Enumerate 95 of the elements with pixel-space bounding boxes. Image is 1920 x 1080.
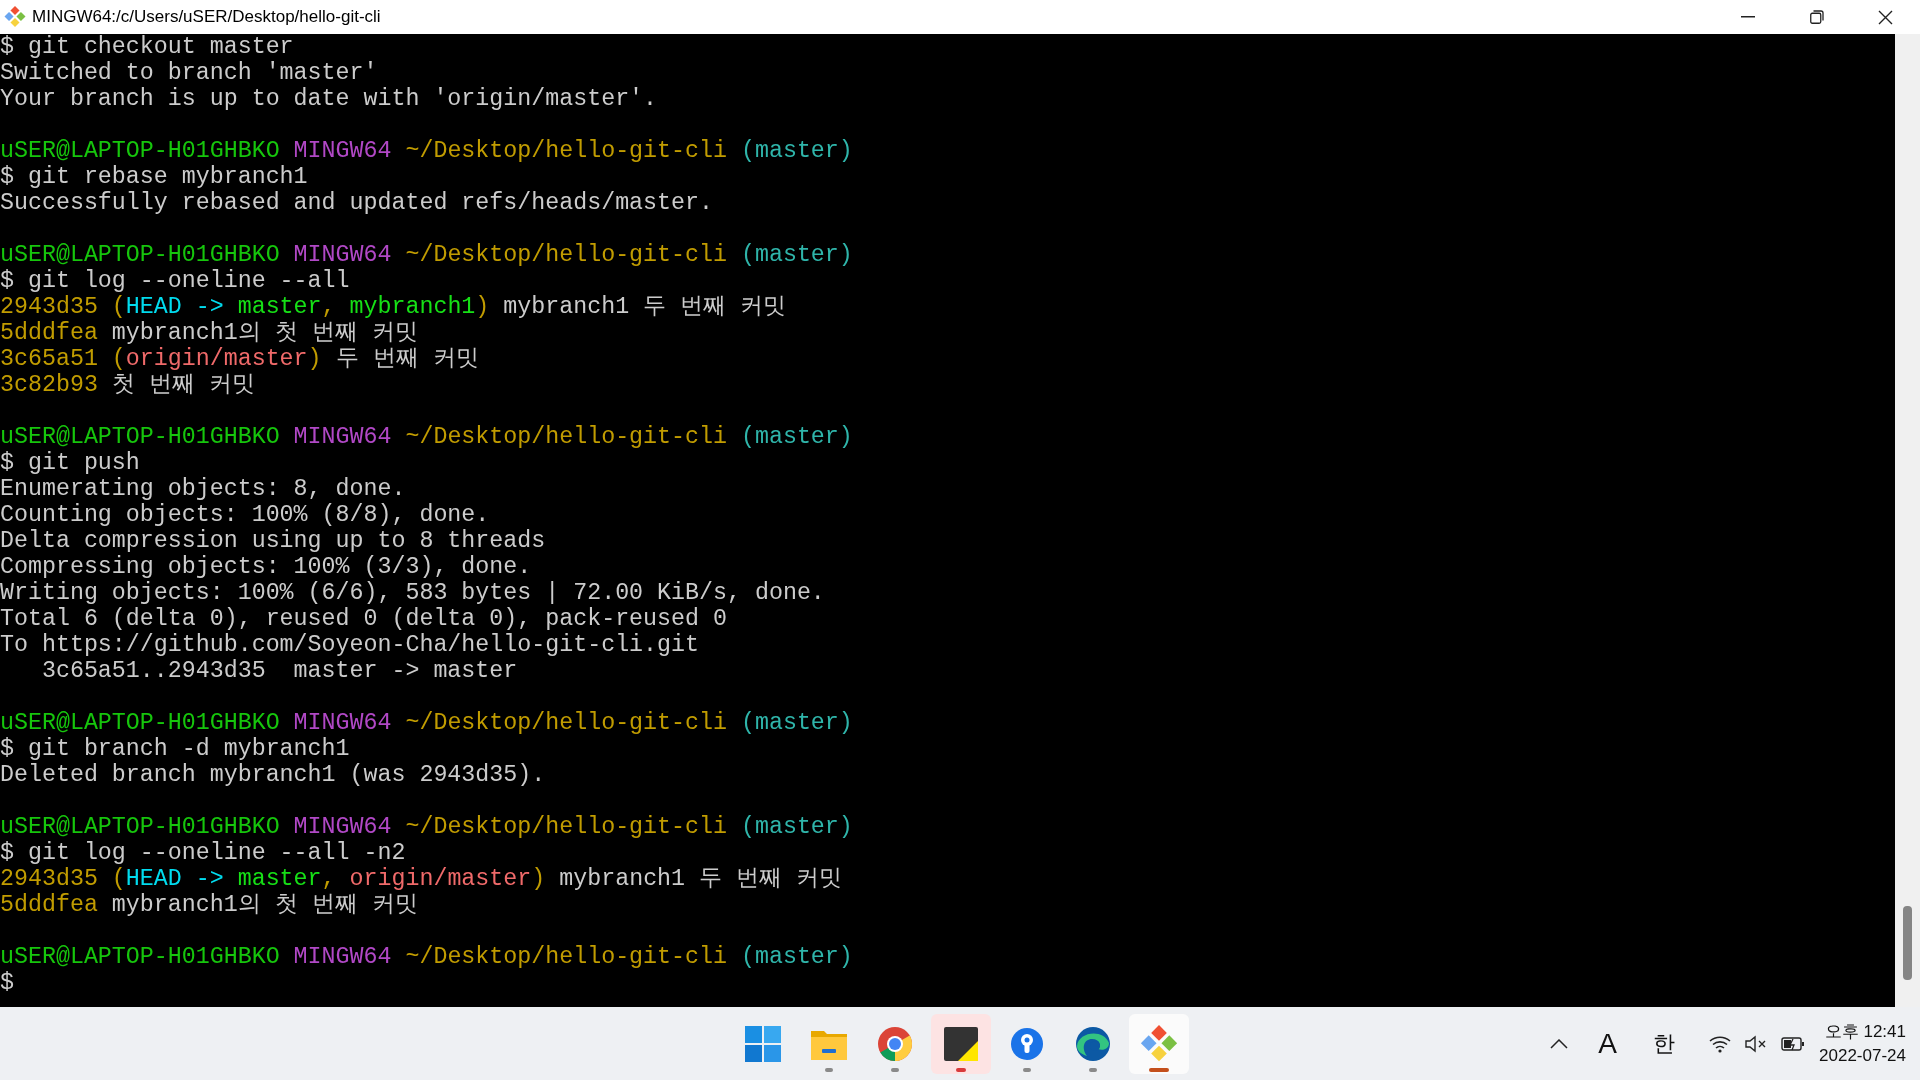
language-indicator[interactable]: 한 bbox=[1653, 1028, 1676, 1059]
terminal-text: origin/master bbox=[349, 866, 532, 892]
terminal-text: MINGW64 bbox=[293, 424, 393, 450]
terminal-text: 3c65a51..2943d35 master -> master bbox=[40, 658, 518, 684]
terminal-text: (master) bbox=[740, 242, 853, 268]
terminal-text: To https://github.com/Soyeon-Cha/hello-git-cli.git bbox=[0, 632, 700, 658]
terminal-text: , bbox=[321, 866, 337, 892]
window-title: MINGW64:/c/Users/uSER/Desktop/hello-git-cli bbox=[32, 7, 382, 27]
running-indicator bbox=[956, 1067, 966, 1072]
browser-icon bbox=[1075, 1025, 1111, 1062]
terminal-text: (master) bbox=[740, 710, 853, 736]
minimize-icon bbox=[1740, 16, 1755, 18]
terminal-text: ) bbox=[307, 346, 322, 372]
terminal-text: 5dddfea bbox=[0, 320, 99, 346]
chevron-up-icon[interactable] bbox=[1550, 1038, 1569, 1049]
terminal-text: Switched to branch 'master' bbox=[0, 60, 378, 86]
terminal-text: origin/master bbox=[125, 346, 308, 372]
terminal-text: Counting objects: 100% (8/8), done. bbox=[0, 502, 490, 528]
terminal-text: ) bbox=[475, 294, 490, 320]
terminal-text: master bbox=[237, 866, 322, 892]
running-indicator bbox=[1089, 1067, 1097, 1072]
terminal-text: MINGW64 bbox=[293, 242, 393, 268]
browser-icon bbox=[877, 1025, 913, 1062]
battery-icon[interactable] bbox=[1781, 1034, 1806, 1053]
terminal-text: mybranch1 bbox=[349, 294, 476, 320]
clock-time: 오후 12:41 bbox=[1824, 1020, 1906, 1043]
terminal-text: Your branch is up to date with 'origin/master'. bbox=[0, 86, 658, 112]
terminal-text: Compressing objects: 100% (3/3), done. bbox=[0, 554, 532, 580]
close-icon bbox=[1878, 9, 1893, 25]
terminal-text: uSER@LAPTOP-H01GHBKO bbox=[0, 242, 281, 268]
terminal-text: 3c82b93 bbox=[0, 372, 99, 398]
terminal-text: $ git push bbox=[0, 450, 140, 476]
running-indicator bbox=[1149, 1067, 1169, 1072]
terminal-text: ~/Desktop/hello-git-cli bbox=[405, 944, 728, 970]
terminal-text: Delta compression using up to 8 threads bbox=[0, 528, 546, 554]
terminal-text: $ git branch -d mybranch1 bbox=[0, 736, 350, 762]
running-indicator bbox=[891, 1067, 899, 1072]
wifi-icon[interactable] bbox=[1709, 1034, 1732, 1053]
running-indicator bbox=[825, 1067, 833, 1072]
terminal-text: ~/Desktop/hello-git-cli bbox=[405, 138, 728, 164]
sticky-note-icon bbox=[944, 1026, 978, 1061]
terminal-text: $ git checkout master bbox=[0, 34, 294, 60]
terminal-text: HEAD -> bbox=[125, 294, 225, 320]
windows-logo-icon bbox=[745, 1025, 781, 1062]
terminal-text: $ git log --oneline --all -n2 bbox=[0, 840, 406, 866]
terminal-text: ~/Desktop/hello-git-cli bbox=[405, 242, 728, 268]
terminal-text: MINGW64 bbox=[293, 138, 393, 164]
terminal-text: uSER@LAPTOP-H01GHBKO bbox=[0, 138, 281, 164]
terminal-text: 2943d35 ( bbox=[0, 294, 126, 320]
diamond-logo-icon bbox=[4, 6, 26, 28]
terminal-text: MINGW64 bbox=[293, 944, 393, 970]
input-mode-indicator[interactable]: A bbox=[1598, 1027, 1618, 1060]
keyhole-icon bbox=[1010, 1026, 1044, 1061]
running-indicator bbox=[1023, 1067, 1031, 1072]
terminal-text: master bbox=[237, 294, 322, 320]
terminal-text: ) bbox=[531, 866, 546, 892]
terminal-text: mybranch1 두 번째 커밋 bbox=[502, 294, 787, 320]
terminal-text: ~/Desktop/hello-git-cli bbox=[405, 710, 728, 736]
terminal-text: $ git log --oneline --all bbox=[0, 268, 350, 294]
terminal-text: mybranch1의 첫 번째 커밋 bbox=[111, 320, 418, 346]
restore-icon bbox=[1809, 10, 1824, 24]
terminal-text: uSER@LAPTOP-H01GHBKO bbox=[0, 710, 281, 736]
terminal-text: MINGW64 bbox=[293, 814, 393, 840]
terminal-text: $ git rebase mybranch1 bbox=[0, 164, 308, 190]
terminal-text: $ bbox=[0, 970, 14, 996]
taskbar-app-button[interactable] bbox=[931, 1013, 991, 1074]
diamond-logo-icon bbox=[1140, 1024, 1178, 1063]
terminal-text: 첫 번째 커밋 bbox=[111, 372, 255, 398]
terminal-text: ~/Desktop/hello-git-cli bbox=[405, 424, 728, 450]
terminal-text: (master) bbox=[740, 138, 853, 164]
terminal-text: Deleted branch mybranch1 (was 2943d35). bbox=[0, 762, 546, 788]
terminal-text: HEAD -> bbox=[125, 866, 225, 892]
terminal-text: Successfully rebased and updated refs/heads/master. bbox=[0, 190, 713, 216]
terminal-text: uSER@LAPTOP-H01GHBKO bbox=[0, 814, 281, 840]
terminal-text: Enumerating objects: 8, done. bbox=[0, 476, 406, 502]
terminal-text: ~/Desktop/hello-git-cli bbox=[405, 814, 728, 840]
terminal-text: MINGW64 bbox=[293, 710, 393, 736]
terminal-text: 5dddfea bbox=[0, 892, 99, 918]
speaker-muted-icon[interactable] bbox=[1745, 1034, 1768, 1053]
clock-date: 2022-07-24 bbox=[1819, 1044, 1906, 1067]
terminal-text: Writing objects: 100% (6/6), 583 bytes | 72.00 KiB/s, done. bbox=[0, 580, 825, 606]
terminal-text: Total 6 (delta 0), reused 0 (delta 0), pack-reused 0 bbox=[0, 606, 727, 632]
terminal-text: uSER@LAPTOP-H01GHBKO bbox=[0, 424, 281, 450]
scrollbar-thumb[interactable] bbox=[1903, 906, 1912, 980]
terminal-text: 3c65a51 ( bbox=[0, 346, 126, 372]
terminal-text: (master) bbox=[740, 944, 853, 970]
terminal-text: 두 번째 커밋 bbox=[334, 346, 479, 372]
clock[interactable]: 오후 12:41 2022-07-24 bbox=[1819, 1019, 1906, 1068]
terminal-text: 2943d35 ( bbox=[0, 866, 126, 892]
terminal-text: uSER@LAPTOP-H01GHBKO bbox=[0, 944, 281, 970]
terminal-text: (master) bbox=[740, 814, 853, 840]
terminal-text: mybranch1 두 번째 커밋 bbox=[558, 866, 842, 892]
terminal-text: mybranch1의 첫 번째 커밋 bbox=[111, 892, 418, 918]
terminal-text: , bbox=[321, 294, 337, 320]
terminal-text: (master) bbox=[740, 424, 853, 450]
